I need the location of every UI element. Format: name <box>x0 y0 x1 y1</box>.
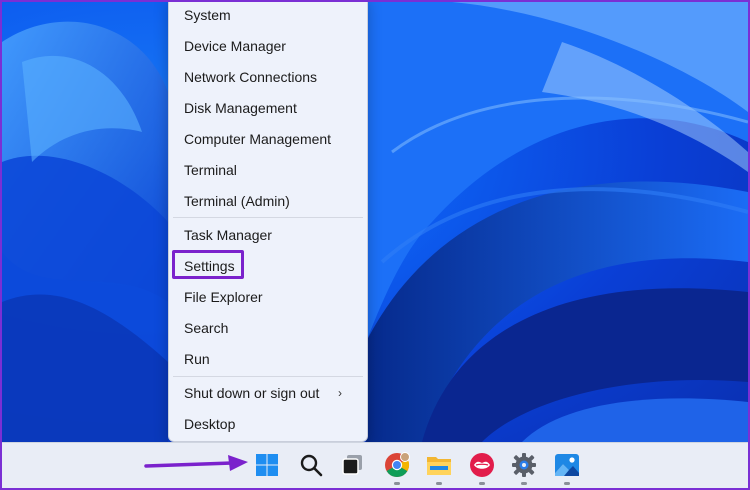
menu-separator <box>173 217 363 218</box>
running-indicator <box>436 482 442 485</box>
menu-item-shut-down-or-sign-out[interactable]: Shut down or sign out › <box>184 381 356 405</box>
menu-item-task-manager[interactable]: Task Manager <box>184 223 272 247</box>
screenshot-frame: System Device Manager Network Connection… <box>0 0 750 490</box>
chevron-right-icon: › <box>338 386 342 400</box>
running-indicator <box>564 482 570 485</box>
menu-item-file-explorer[interactable]: File Explorer <box>184 285 263 309</box>
annotation-arrow-icon <box>144 455 248 471</box>
running-indicator <box>479 482 485 485</box>
menu-item-terminal-admin[interactable]: Terminal (Admin) <box>184 189 290 213</box>
chrome-icon[interactable] <box>383 451 411 479</box>
taskbar <box>2 442 748 488</box>
menu-item-system[interactable]: System <box>184 3 231 27</box>
menu-item-label: Shut down or sign out <box>184 385 320 401</box>
start-windows-icon[interactable] <box>253 451 281 479</box>
menu-item-desktop[interactable]: Desktop <box>184 412 235 436</box>
desktop-wallpaper <box>2 2 748 488</box>
settings-highlight-box <box>172 250 244 279</box>
lips-app-icon[interactable] <box>468 451 496 479</box>
menu-item-computer-management[interactable]: Computer Management <box>184 127 331 151</box>
winx-context-menu: System Device Manager Network Connection… <box>168 2 368 442</box>
menu-item-device-manager[interactable]: Device Manager <box>184 34 286 58</box>
running-indicator <box>394 482 400 485</box>
menu-item-search[interactable]: Search <box>184 316 228 340</box>
menu-separator <box>173 376 363 377</box>
menu-item-terminal[interactable]: Terminal <box>184 158 237 182</box>
photos-icon[interactable] <box>553 451 581 479</box>
file-explorer-icon[interactable] <box>425 451 453 479</box>
settings-gear-icon[interactable] <box>510 451 538 479</box>
menu-item-disk-management[interactable]: Disk Management <box>184 96 297 120</box>
menu-item-run[interactable]: Run <box>184 347 210 371</box>
running-indicator <box>521 482 527 485</box>
menu-item-network-connections[interactable]: Network Connections <box>184 65 317 89</box>
search-icon[interactable] <box>297 451 325 479</box>
task-view-icon[interactable] <box>339 451 367 479</box>
